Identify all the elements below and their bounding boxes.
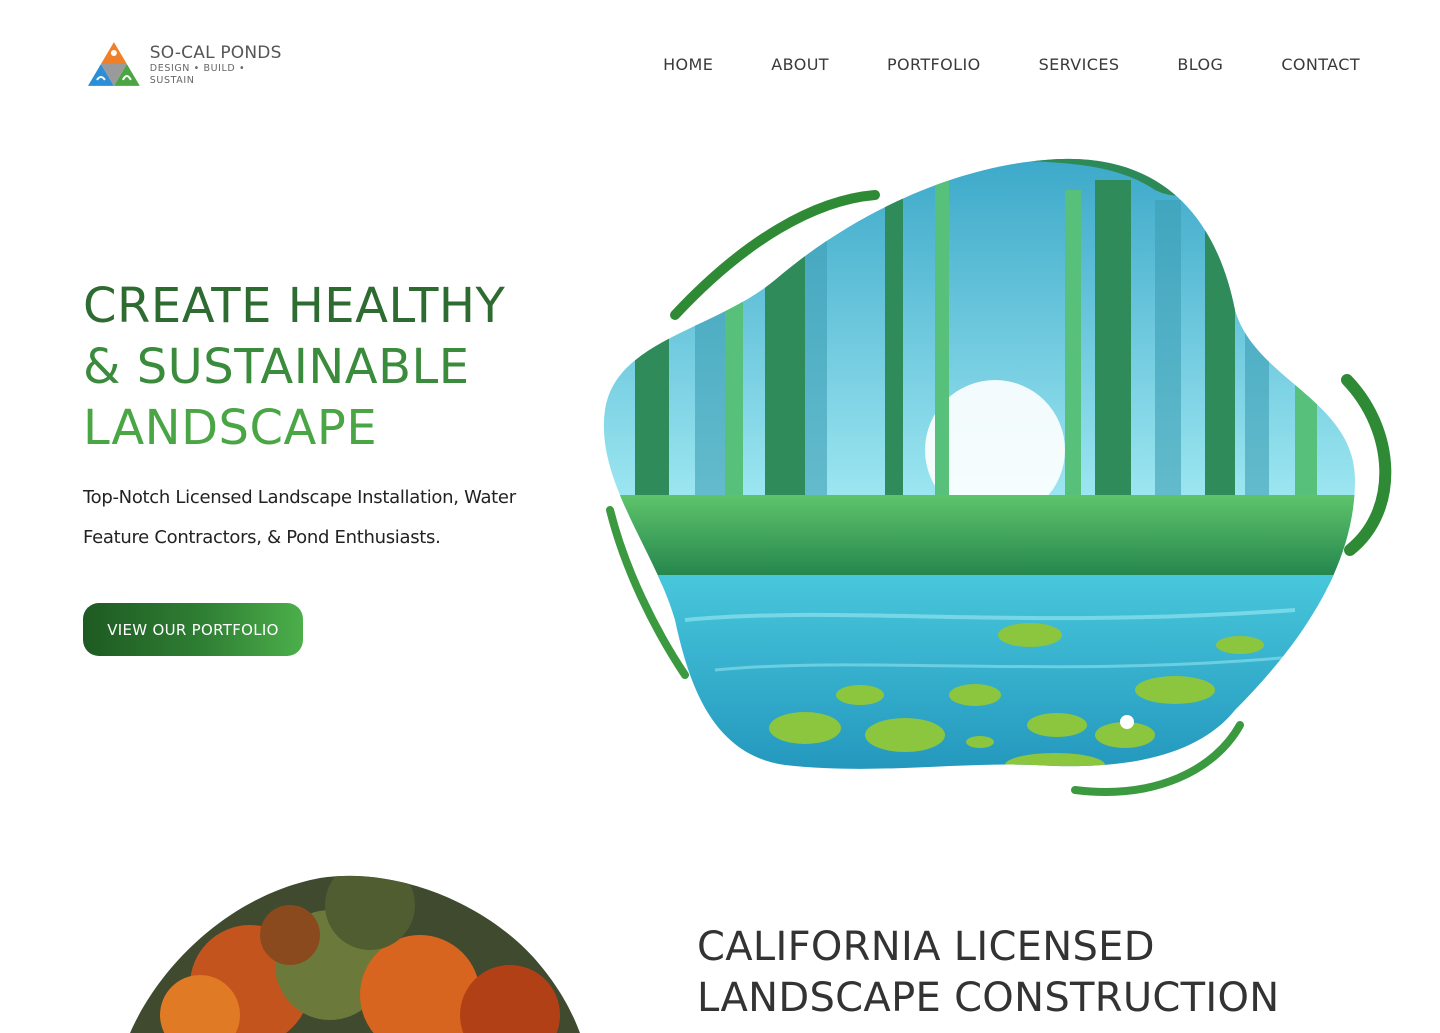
nav-item-about[interactable]: ABOUT	[771, 55, 829, 74]
nav-item-services[interactable]: SERVICES	[1039, 55, 1120, 74]
logo-triangle-icon	[87, 42, 140, 86]
hero-title: CREATE HEALTHY & SUSTAINABLE LANDSCAPE	[83, 276, 505, 459]
brand-logo[interactable]: SO-CAL PONDS DESIGN • BUILD • SUSTAIN	[83, 40, 293, 90]
nav-item-blog[interactable]: BLOG	[1177, 55, 1223, 74]
hero-title-line-1: CREATE HEALTHY	[83, 278, 506, 334]
hero-title-line-2: & SUSTAINABLE	[83, 339, 470, 395]
autumn-trees-image	[130, 875, 580, 1033]
nav-item-portfolio[interactable]: PORTFOLIO	[887, 55, 981, 74]
view-portfolio-button[interactable]: VIEW OUR PORTFOLIO	[83, 603, 303, 656]
hero-title-line-3: LANDSCAPE	[83, 400, 378, 456]
logo-text: SO-CAL PONDS DESIGN • BUILD • SUSTAIN	[149, 42, 293, 87]
forest-pond-illustration	[603, 158, 1392, 796]
nav-item-contact[interactable]: CONTACT	[1281, 55, 1360, 74]
hero-subtitle: Top-Notch Licensed Landscape Installatio…	[83, 487, 516, 548]
brand-tagline: DESIGN • BUILD • SUSTAIN	[149, 62, 246, 86]
section-title-line-1: CALIFORNIA LICENSED	[697, 924, 1155, 970]
main-nav: HOME ABOUT PORTFOLIO SERVICES BLOG CONTA…	[663, 55, 1360, 74]
section-title-line-2: LANDSCAPE CONSTRUCTION	[697, 975, 1280, 1021]
brand-name: SO-CAL PONDS	[149, 42, 282, 63]
nav-item-home[interactable]: HOME	[663, 55, 713, 74]
section-title: CALIFORNIA LICENSED LANDSCAPE CONSTRUCTI…	[697, 922, 1279, 1024]
site-header: SO-CAL PONDS DESIGN • BUILD • SUSTAIN HO…	[0, 0, 1440, 130]
